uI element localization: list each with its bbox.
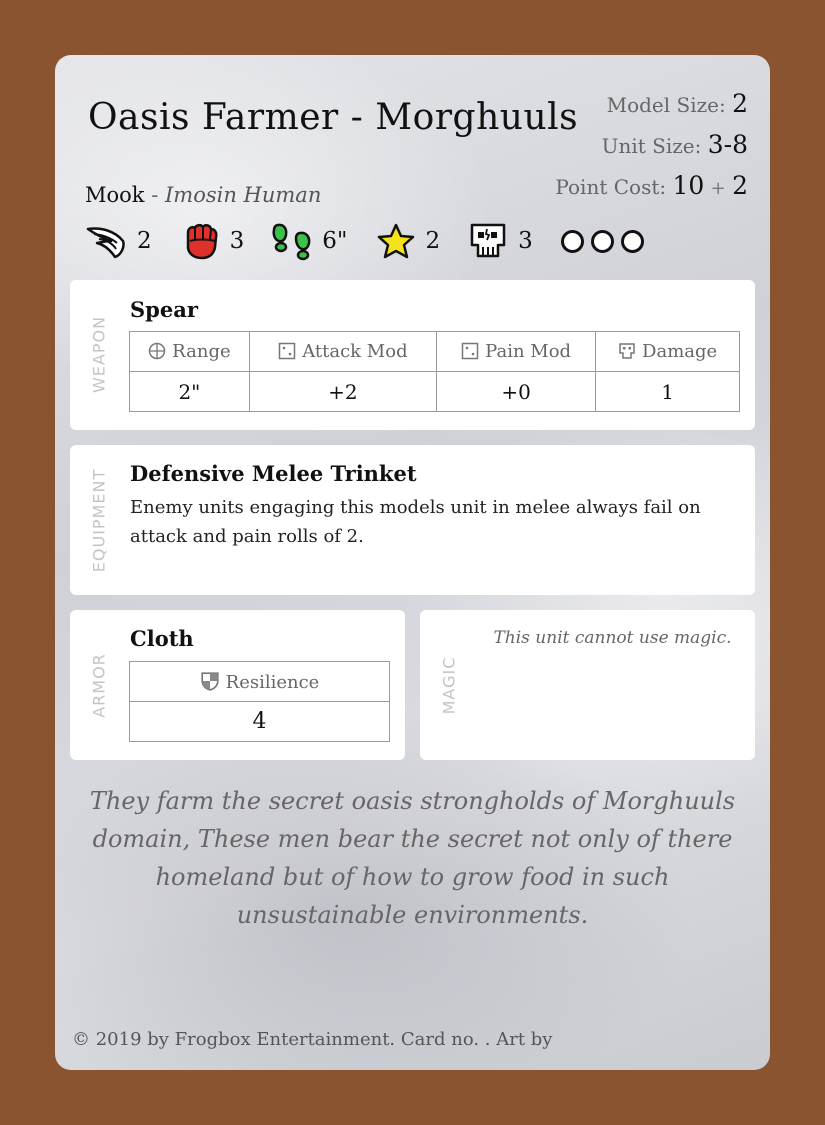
point-cost-label: Point Cost: (555, 175, 667, 199)
stat-fist: 3 (178, 221, 245, 261)
equipment-panel: EQUIPMENT Defensive Melee Trinket Enemy … (70, 445, 755, 595)
stat-star: 2 (374, 221, 441, 261)
point-cost-plus: + (710, 178, 726, 199)
flavor-text: They farm the secret oasis strongholds o… (89, 787, 736, 929)
pain-mod-header: Pain Mod (485, 341, 572, 362)
weapon-header-row: Range Attack Mod Pain Mod Damage (129, 331, 740, 372)
attack-mod-header: Attack Mod (302, 341, 408, 362)
unit-race: Imosin Human (165, 183, 322, 207)
equipment-name: Defensive Melee Trinket (130, 461, 417, 486)
stat-icon-row: 2 3 6" 2 3 (85, 221, 651, 261)
stat-move: 6" (270, 221, 348, 261)
card-title: Oasis Farmer - Morghuuls (88, 97, 579, 138)
fist-icon (186, 223, 218, 260)
pain-mod-header-cell: Pain Mod (436, 331, 597, 372)
copyright-text: © 2019 by Frogbox Entertainment. Card no… (72, 1029, 553, 1050)
slot-circles (560, 229, 651, 253)
equipment-section-label: EQUIPMENT (89, 468, 109, 573)
footprints-icon (272, 223, 311, 261)
armor-panel: ARMOR Cloth Resilience 4 (70, 610, 405, 760)
unit-size-value: 3-8 (707, 130, 748, 159)
damage-header-cell: Damage (595, 331, 740, 372)
pain-mod-value: +0 (436, 371, 597, 412)
point-cost-extra: 2 (732, 171, 748, 200)
skull-icon (619, 343, 635, 359)
equipment-text: Enemy units engaging this models unit in… (130, 497, 701, 547)
die-icon (461, 342, 479, 360)
damage-value: 1 (595, 371, 740, 412)
model-size-value: 2 (732, 89, 748, 118)
attack-mod-header-cell: Attack Mod (248, 331, 438, 372)
resilience-header: Resilience (225, 671, 320, 693)
weapon-name: Spear (130, 297, 198, 322)
star-value: 2 (425, 228, 441, 254)
type-separator: - (151, 183, 159, 207)
unit-size-label: Unit Size: (601, 134, 702, 158)
unit-stats-block: Model Size: 2 Unit Size: 3-8 Point Cost:… (555, 89, 748, 212)
magic-text: This unit cannot use magic. (493, 628, 732, 648)
armor-value-row: 4 (129, 701, 390, 742)
armor-section-label: ARMOR (89, 653, 109, 718)
range-value: 2" (129, 371, 250, 412)
attack-mod-value: +2 (248, 371, 438, 412)
skull-value: 3 (518, 228, 533, 254)
armor-header-row: Resilience (129, 661, 390, 702)
wing-icon (86, 227, 125, 259)
wing-value: 2 (137, 228, 152, 254)
model-size-label: Model Size: (606, 93, 726, 117)
armor-stat-table: Resilience 4 (129, 661, 390, 742)
move-value: 6" (322, 228, 348, 254)
magic-panel: MAGIC This unit cannot use magic. (420, 610, 755, 760)
shield-icon (201, 671, 219, 691)
type-line: Mook - Imosin Human (85, 183, 321, 207)
stat-wing: 2 (85, 221, 152, 261)
slot-circle[interactable] (560, 229, 584, 253)
point-cost-row: Point Cost: 10 + 2 (555, 171, 748, 212)
slot-circle[interactable] (620, 229, 644, 253)
armor-name: Cloth (130, 626, 194, 651)
crosshair-icon (148, 342, 166, 360)
fist-value: 3 (229, 228, 245, 254)
die-icon (278, 342, 296, 360)
resilience-value: 4 (129, 701, 390, 742)
star-icon (377, 223, 414, 259)
range-header: Range (172, 341, 231, 362)
weapon-section-label: WEAPON (89, 315, 109, 394)
weapon-panel: WEAPON Spear Range Attack Mod Pain Mod D… (70, 280, 755, 430)
weapon-stat-table: Range Attack Mod Pain Mod Damage 2" +2 +… (129, 331, 740, 412)
point-cost-base: 10 (672, 171, 705, 200)
model-size-row: Model Size: 2 (555, 89, 748, 130)
skull-icon (470, 223, 506, 258)
magic-section-label: MAGIC (439, 656, 459, 715)
unit-card: Oasis Farmer - Morghuuls Model Size: 2 U… (55, 55, 770, 1070)
stat-skull: 3 (466, 221, 533, 261)
range-header-cell: Range (129, 331, 250, 372)
unit-class: Mook (85, 183, 145, 207)
weapon-value-row: 2" +2 +0 1 (129, 371, 740, 412)
unit-size-row: Unit Size: 3-8 (555, 130, 748, 171)
slot-circle[interactable] (590, 229, 614, 253)
damage-header: Damage (642, 341, 718, 362)
resilience-header-cell: Resilience (129, 661, 390, 702)
